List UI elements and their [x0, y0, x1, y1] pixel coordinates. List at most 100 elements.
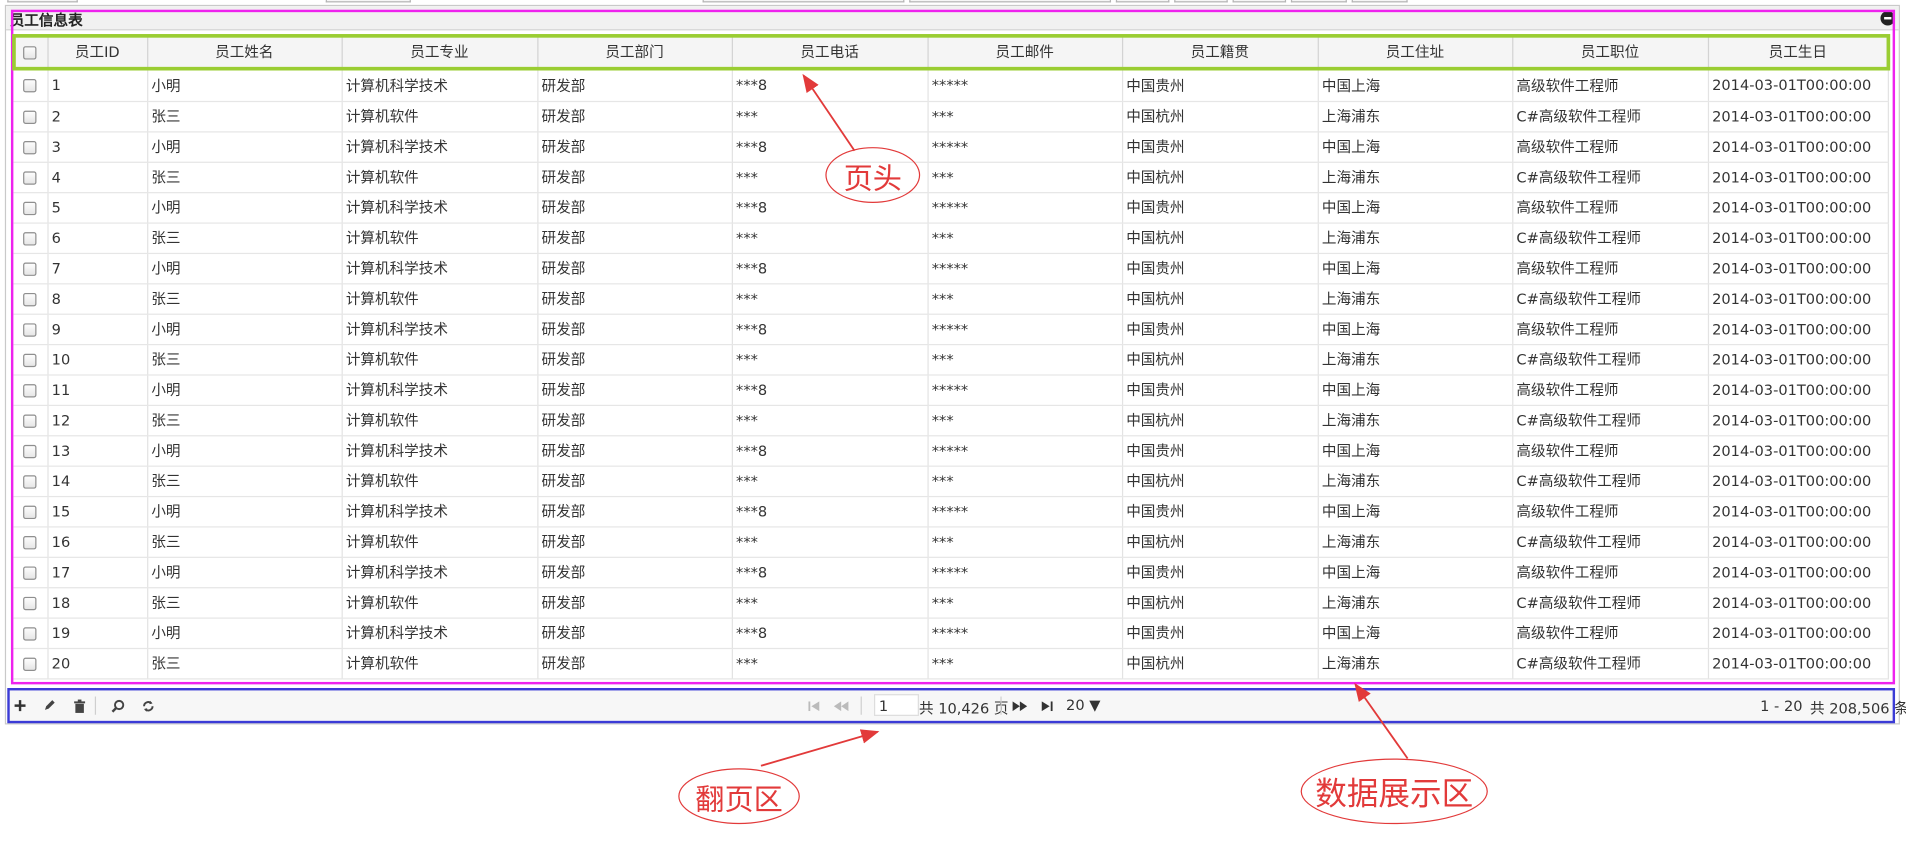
table-row[interactable]: 19 小明 计算机科学技术 研发部 ***8 ***** 中国贵州 中国上海 高级软件工程师 20… [13, 617, 1889, 649]
table-cell: *** [927, 161, 1123, 193]
search-icon[interactable] [106, 690, 130, 720]
table-row[interactable]: 12 张三 计算机软件 研发部 *** *** 中国杭州 上海浦东 C#高级软件工程师 2014-… [13, 404, 1889, 436]
row-checkbox[interactable] [13, 617, 49, 649]
row-checkbox[interactable] [13, 100, 49, 132]
table-row[interactable]: 17 小明 计算机科学技术 研发部 ***8 ***** 中国贵州 中国上海 高级软件工程师 20… [13, 556, 1889, 588]
table-cell: C#高级软件工程师 [1512, 344, 1709, 376]
table-cell: 中国杭州 [1121, 100, 1319, 132]
page-size-select[interactable]: 20 ▼ [1066, 697, 1100, 714]
delete-icon[interactable] [67, 690, 91, 720]
table-cell: 张三 [147, 647, 343, 679]
column-header[interactable]: 员工部门 [537, 35, 733, 69]
page-number-input[interactable]: 1 [873, 694, 919, 716]
table-cell: 小明 [147, 252, 343, 284]
table-row[interactable]: 16 张三 计算机软件 研发部 *** *** 中国杭州 上海浦东 C#高级软件工程师 2014-… [13, 526, 1889, 558]
row-checkbox[interactable] [13, 313, 49, 345]
table-row[interactable]: 4 张三 计算机软件 研发部 *** *** 中国杭州 上海浦东 C#高级软件工程师 2014-0… [13, 161, 1889, 193]
row-checkbox[interactable] [13, 465, 49, 497]
table-cell: 高级软件工程师 [1512, 374, 1709, 406]
table-cell: 计算机科学技术 [341, 192, 538, 224]
table-cell: 19 [47, 617, 148, 649]
table-cell: 中国贵州 [1121, 192, 1319, 224]
row-checkbox[interactable] [13, 283, 49, 315]
table-row[interactable]: 18 张三 计算机软件 研发部 *** *** 中国杭州 上海浦东 C#高级软件工程师 2014-… [13, 587, 1889, 619]
last-page-icon[interactable] [1034, 690, 1058, 720]
table-row[interactable]: 1 小明 计算机科学技术 研发部 ***8 ***** 中国贵州 中国上海 高级软件工程师 201… [13, 70, 1889, 102]
row-checkbox[interactable] [13, 192, 49, 224]
row-checkbox[interactable] [13, 161, 49, 193]
table-row[interactable]: 20 张三 计算机软件 研发部 *** *** 中国杭州 上海浦东 C#高级软件工程师 2014-… [13, 647, 1889, 679]
table-row[interactable]: 8 张三 计算机软件 研发部 *** *** 中国杭州 上海浦东 C#高级软件工程师 2014-0… [13, 283, 1889, 315]
add-icon[interactable] [7, 690, 31, 720]
table-cell: 研发部 [537, 404, 733, 436]
table-cell: 中国上海 [1317, 495, 1513, 527]
table-cell: 中国贵州 [1121, 70, 1319, 102]
next-page-icon[interactable] [1008, 690, 1032, 720]
row-checkbox[interactable] [13, 647, 49, 679]
table-row[interactable]: 15 小明 计算机科学技术 研发部 ***8 ***** 中国贵州 中国上海 高级软件工程师 20… [13, 495, 1889, 527]
table-cell: 2014-03-01T00:00:00 [1707, 647, 1889, 679]
collapse-icon[interactable] [1880, 10, 1896, 26]
table-cell: 计算机软件 [341, 344, 538, 376]
table-row[interactable]: 3 小明 计算机科学技术 研发部 ***8 ***** 中国贵州 中国上海 高级软件工程师 201… [13, 131, 1889, 163]
table-cell: *** [731, 526, 929, 558]
first-page-icon[interactable] [802, 690, 826, 720]
table-cell: 研发部 [537, 283, 733, 315]
row-checkbox[interactable] [13, 495, 49, 527]
select-all-checkbox[interactable] [13, 35, 49, 69]
table-cell: 2014-03-01T00:00:00 [1707, 465, 1889, 497]
table-row[interactable]: 7 小明 计算机科学技术 研发部 ***8 ***** 中国贵州 中国上海 高级软件工程师 201… [13, 252, 1889, 284]
table-row[interactable]: 13 小明 计算机科学技术 研发部 ***8 ***** 中国贵州 中国上海 高级软件工程师 20… [13, 435, 1889, 467]
column-header[interactable]: 员工住址 [1317, 35, 1513, 69]
column-header[interactable]: 员工电话 [731, 35, 929, 69]
table-cell: 中国上海 [1317, 556, 1513, 588]
grid-title-bar: 员工信息表 [6, 6, 1899, 31]
column-header[interactable]: 员工籍贯 [1121, 35, 1319, 69]
table-cell: 研发部 [537, 556, 733, 588]
table-cell: *** [927, 526, 1123, 558]
row-checkbox[interactable] [13, 404, 49, 436]
column-header[interactable]: 员工姓名 [147, 35, 343, 69]
edit-icon[interactable] [36, 690, 60, 720]
column-header[interactable]: 员工专业 [341, 35, 538, 69]
table-row[interactable]: 14 张三 计算机软件 研发部 *** *** 中国杭州 上海浦东 C#高级软件工程师 2014-… [13, 465, 1889, 497]
table-row[interactable]: 6 张三 计算机软件 研发部 *** *** 中国杭州 上海浦东 C#高级软件工程师 2014-0… [13, 222, 1889, 254]
table-cell: ***** [927, 313, 1123, 345]
table-cell: 研发部 [537, 100, 733, 132]
table-cell: C#高级软件工程师 [1512, 222, 1709, 254]
table-row[interactable]: 2 张三 计算机软件 研发部 *** *** 中国杭州 上海浦东 C#高级软件工程师 2014-0… [13, 100, 1889, 132]
row-checkbox[interactable] [13, 252, 49, 284]
row-checkbox[interactable] [13, 222, 49, 254]
prev-page-icon[interactable] [829, 690, 853, 720]
table-row[interactable]: 9 小明 计算机科学技术 研发部 ***8 ***** 中国贵州 中国上海 高级软件工程师 201… [13, 313, 1889, 345]
table-cell: *** [927, 587, 1123, 619]
table-cell: 研发部 [537, 252, 733, 284]
row-checkbox[interactable] [13, 70, 49, 102]
table-body: 1 小明 计算机科学技术 研发部 ***8 ***** 中国贵州 中国上海 高级软件工程师 201… [13, 70, 1889, 679]
table-cell: 2014-03-01T00:00:00 [1707, 283, 1889, 315]
row-checkbox[interactable] [13, 556, 49, 588]
table-cell: *** [731, 647, 929, 679]
table-cell: *** [731, 283, 929, 315]
column-header[interactable]: 员工邮件 [927, 35, 1123, 69]
table-cell: 小明 [147, 374, 343, 406]
column-header[interactable]: 员工职位 [1512, 35, 1709, 69]
table-cell: 计算机软件 [341, 222, 538, 254]
table-cell: 小明 [147, 70, 343, 102]
column-header[interactable]: 员工ID [47, 35, 148, 69]
table-row[interactable]: 5 小明 计算机科学技术 研发部 ***8 ***** 中国贵州 中国上海 高级软件工程师 201… [13, 192, 1889, 224]
row-checkbox[interactable] [13, 344, 49, 376]
row-checkbox[interactable] [13, 131, 49, 163]
table-cell: 高级软件工程师 [1512, 495, 1709, 527]
refresh-icon[interactable] [136, 690, 160, 720]
table-cell: 2014-03-01T00:00:00 [1707, 404, 1889, 436]
column-header[interactable]: 员工生日 [1707, 35, 1889, 69]
table-cell: 中国上海 [1317, 435, 1513, 467]
row-checkbox[interactable] [13, 587, 49, 619]
table-cell: ***** [927, 192, 1123, 224]
row-checkbox[interactable] [13, 374, 49, 406]
row-checkbox[interactable] [13, 435, 49, 467]
table-row[interactable]: 11 小明 计算机科学技术 研发部 ***8 ***** 中国贵州 中国上海 高级软件工程师 20… [13, 374, 1889, 406]
row-checkbox[interactable] [13, 526, 49, 558]
table-row[interactable]: 10 张三 计算机软件 研发部 *** *** 中国杭州 上海浦东 C#高级软件工程师 2014-… [13, 344, 1889, 376]
